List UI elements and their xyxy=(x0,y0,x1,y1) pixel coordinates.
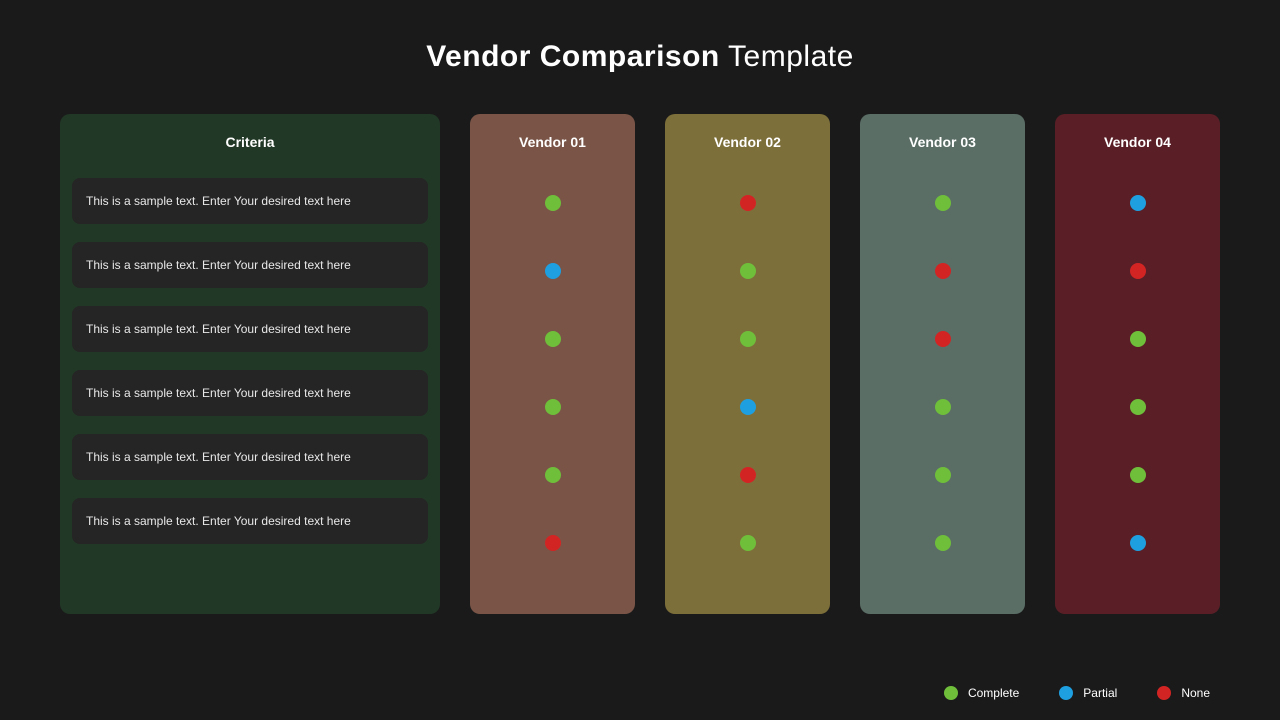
status-cell xyxy=(1130,246,1146,296)
criteria-item: This is a sample text. Enter Your desire… xyxy=(72,370,428,416)
vendor-panel-4: Vendor 04 xyxy=(1055,114,1220,614)
status-dot xyxy=(1130,263,1146,279)
legend-none: None xyxy=(1157,686,1210,700)
status-dot xyxy=(1130,535,1146,551)
vendor-panel-2: Vendor 02 xyxy=(665,114,830,614)
status-column xyxy=(872,178,1013,568)
criteria-item: This is a sample text. Enter Your desire… xyxy=(72,178,428,224)
status-cell xyxy=(545,518,561,568)
status-cell xyxy=(935,518,951,568)
status-dot xyxy=(1130,195,1146,211)
status-dot xyxy=(935,467,951,483)
status-cell xyxy=(935,450,951,500)
status-cell xyxy=(545,450,561,500)
vendor-panel-3: Vendor 03 xyxy=(860,114,1025,614)
status-dot xyxy=(935,535,951,551)
legend-partial: Partial xyxy=(1059,686,1117,700)
status-cell xyxy=(1130,178,1146,228)
status-cell xyxy=(740,246,756,296)
status-dot xyxy=(740,263,756,279)
status-cell xyxy=(1130,518,1146,568)
criteria-item: This is a sample text. Enter Your desire… xyxy=(72,498,428,544)
status-dot xyxy=(740,195,756,211)
status-cell xyxy=(740,314,756,364)
status-dot xyxy=(545,331,561,347)
criteria-list: This is a sample text. Enter Your desire… xyxy=(72,178,428,544)
status-column xyxy=(1067,178,1208,568)
status-dot xyxy=(935,331,951,347)
status-cell xyxy=(1130,382,1146,432)
criteria-panel: Criteria This is a sample text. Enter Yo… xyxy=(60,114,440,614)
status-dot xyxy=(1130,331,1146,347)
status-cell xyxy=(740,178,756,228)
status-cell xyxy=(740,382,756,432)
status-dot xyxy=(740,467,756,483)
status-cell xyxy=(1130,450,1146,500)
status-cell xyxy=(1130,314,1146,364)
status-dot xyxy=(545,399,561,415)
columns: Criteria This is a sample text. Enter Yo… xyxy=(60,114,1220,666)
status-dot xyxy=(545,263,561,279)
status-dot xyxy=(740,399,756,415)
status-dot xyxy=(740,331,756,347)
status-dot xyxy=(935,399,951,415)
slide-title: Vendor Comparison Template xyxy=(60,40,1220,74)
legend-label: None xyxy=(1181,686,1210,700)
status-cell xyxy=(935,178,951,228)
status-dot xyxy=(545,467,561,483)
criteria-item: This is a sample text. Enter Your desire… xyxy=(72,434,428,480)
status-dot xyxy=(1130,467,1146,483)
status-cell xyxy=(545,178,561,228)
criteria-item: This is a sample text. Enter Your desire… xyxy=(72,306,428,352)
legend-dot-complete xyxy=(944,686,958,700)
status-cell xyxy=(545,382,561,432)
status-cell xyxy=(740,518,756,568)
criteria-header: Criteria xyxy=(72,134,428,154)
title-bold: Vendor Comparison xyxy=(426,40,720,73)
status-dot xyxy=(935,195,951,211)
vendor-header: Vendor 04 xyxy=(1104,134,1171,154)
legend-complete: Complete xyxy=(944,686,1019,700)
status-cell xyxy=(545,314,561,364)
status-column xyxy=(677,178,818,568)
status-cell xyxy=(935,314,951,364)
title-rest: Template xyxy=(728,40,854,73)
criteria-item: This is a sample text. Enter Your desire… xyxy=(72,242,428,288)
status-cell xyxy=(935,382,951,432)
status-dot xyxy=(545,535,561,551)
status-dot xyxy=(545,195,561,211)
status-dot xyxy=(740,535,756,551)
status-cell xyxy=(740,450,756,500)
slide: Vendor Comparison Template Criteria This… xyxy=(0,0,1280,720)
legend-label: Partial xyxy=(1083,686,1117,700)
vendor-header: Vendor 02 xyxy=(714,134,781,154)
legend-dot-partial xyxy=(1059,686,1073,700)
vendor-panel-1: Vendor 01 xyxy=(470,114,635,614)
status-column xyxy=(482,178,623,568)
status-dot xyxy=(935,263,951,279)
status-dot xyxy=(1130,399,1146,415)
vendor-header: Vendor 03 xyxy=(909,134,976,154)
status-cell xyxy=(935,246,951,296)
legend: Complete Partial None xyxy=(60,686,1220,700)
legend-dot-none xyxy=(1157,686,1171,700)
status-cell xyxy=(545,246,561,296)
vendor-header: Vendor 01 xyxy=(519,134,586,154)
legend-label: Complete xyxy=(968,686,1019,700)
